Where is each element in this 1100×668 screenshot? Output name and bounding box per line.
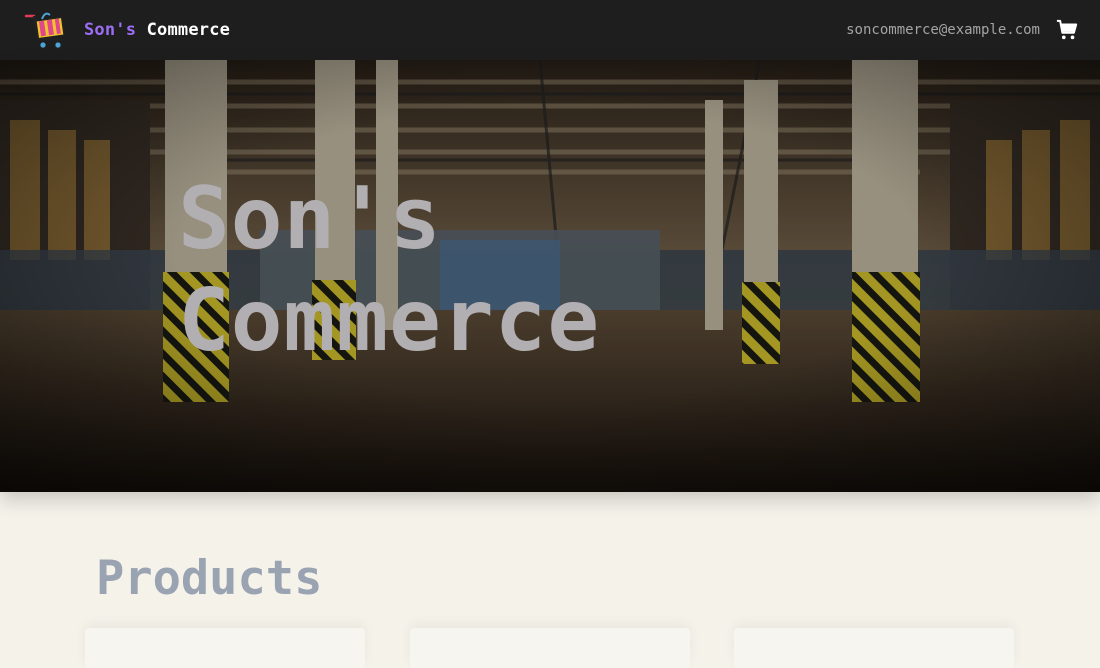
product-card[interactable] <box>85 628 365 668</box>
brand-name[interactable]: Son's Commerce <box>84 20 230 40</box>
hero-title: Son's Commerce <box>178 169 601 371</box>
shopping-cart-icon[interactable] <box>1056 19 1078 41</box>
product-card[interactable] <box>734 628 1014 668</box>
shopping-cart-logo-icon[interactable] <box>24 7 70 53</box>
navbar: Son's Commerce soncommerce@example.com <box>0 0 1100 60</box>
navbar-right: soncommerce@example.com <box>846 19 1078 41</box>
brand-name-part2: Commerce <box>146 20 231 40</box>
products-heading: Products <box>96 551 323 606</box>
product-card[interactable] <box>410 628 690 668</box>
brand-name-part1: Son's <box>84 20 137 40</box>
hero-banner: Son's Commerce <box>0 60 1100 492</box>
user-email[interactable]: soncommerce@example.com <box>846 22 1040 38</box>
